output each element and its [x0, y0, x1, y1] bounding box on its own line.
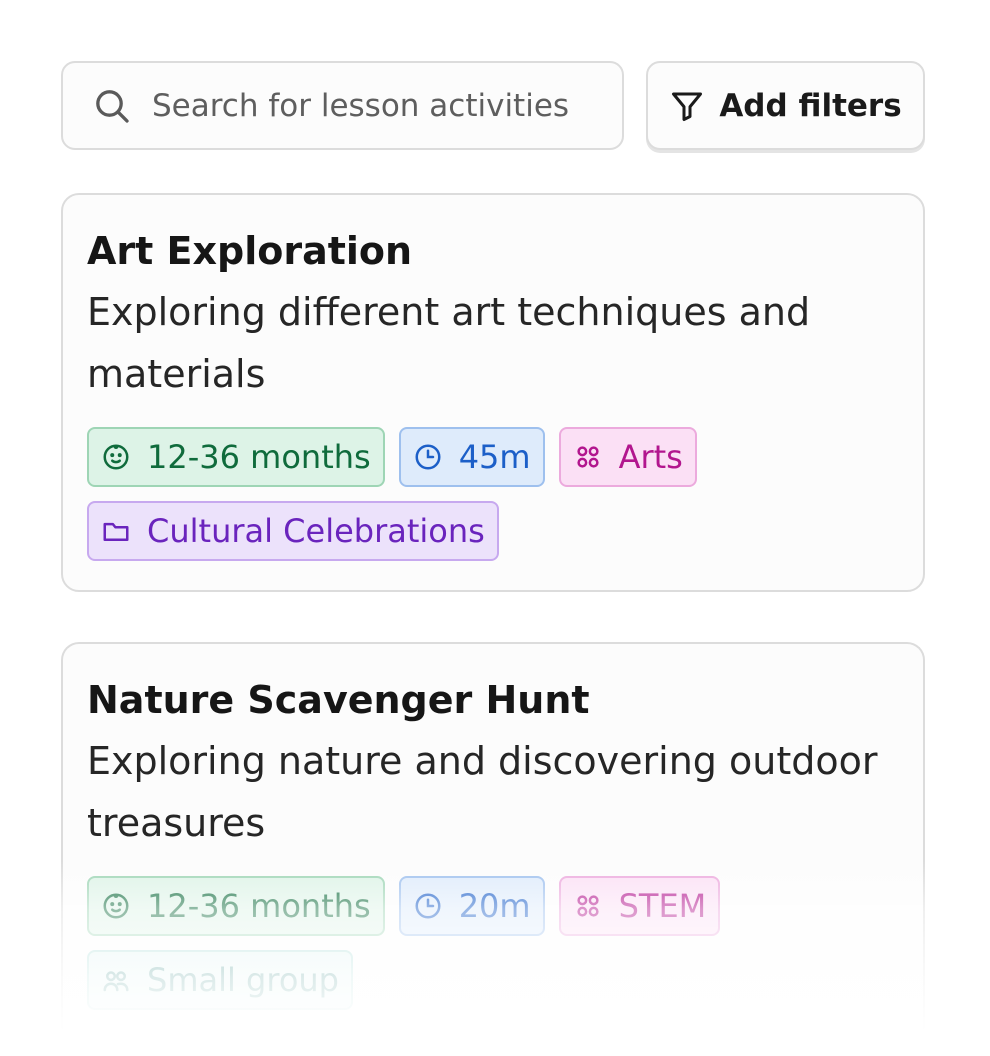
tag-label: 12-36 months [147, 887, 371, 925]
activity-tags: 12-36 months 20m STEM Small group [87, 876, 887, 1010]
tag-label: Cultural Celebrations [147, 512, 485, 550]
activity-description: Exploring nature and discovering outdoor… [87, 739, 878, 845]
tag-label: 45m [458, 438, 531, 476]
filter-icon [672, 92, 703, 121]
activity-title: Art Exploration [87, 229, 413, 273]
age-range-tag: 12-36 months [87, 876, 385, 936]
clock-icon [415, 893, 441, 919]
category-tag: Arts [558, 427, 697, 487]
activity-card[interactable]: Nature Scavenger Hunt Exploring nature a… [61, 642, 925, 1056]
age-range-tag: 12-36 months [87, 427, 385, 487]
tag-label: 12-36 months [147, 438, 371, 476]
tag-label: Small group [147, 961, 339, 999]
duration-tag: 45m [398, 427, 545, 487]
clock-icon [415, 444, 441, 470]
activity-description: Exploring different art techniques and m… [87, 290, 811, 396]
add-filters-button[interactable]: Add filters [646, 61, 925, 150]
tag-label: 20m [458, 887, 531, 925]
group-size-tag: Small group [87, 950, 353, 1010]
category-grid-icon [576, 446, 599, 468]
theme-tag: Cultural Celebrations [87, 501, 499, 561]
baby-face-icon [103, 444, 129, 470]
category-grid-icon [576, 895, 599, 917]
tag-label: Arts [618, 438, 683, 476]
tag-label: STEM [618, 887, 707, 925]
search-input[interactable] [152, 87, 612, 124]
add-filters-label: Add filters [719, 87, 902, 124]
lesson-activities-page: Add filters Art Exploration Exploring di… [0, 0, 990, 1056]
group-icon [103, 971, 129, 992]
category-tag: STEM [558, 876, 721, 936]
folder-icon [103, 522, 129, 541]
search-box[interactable] [61, 61, 624, 150]
search-icon [96, 89, 129, 123]
duration-tag: 20m [398, 876, 545, 936]
activity-tags: 12-36 months 45m Arts Cultural Celebrati… [87, 427, 887, 561]
baby-face-icon [103, 893, 129, 919]
activity-card[interactable]: Art Exploration Exploring different art … [61, 193, 925, 592]
activity-title: Nature Scavenger Hunt [87, 678, 590, 722]
